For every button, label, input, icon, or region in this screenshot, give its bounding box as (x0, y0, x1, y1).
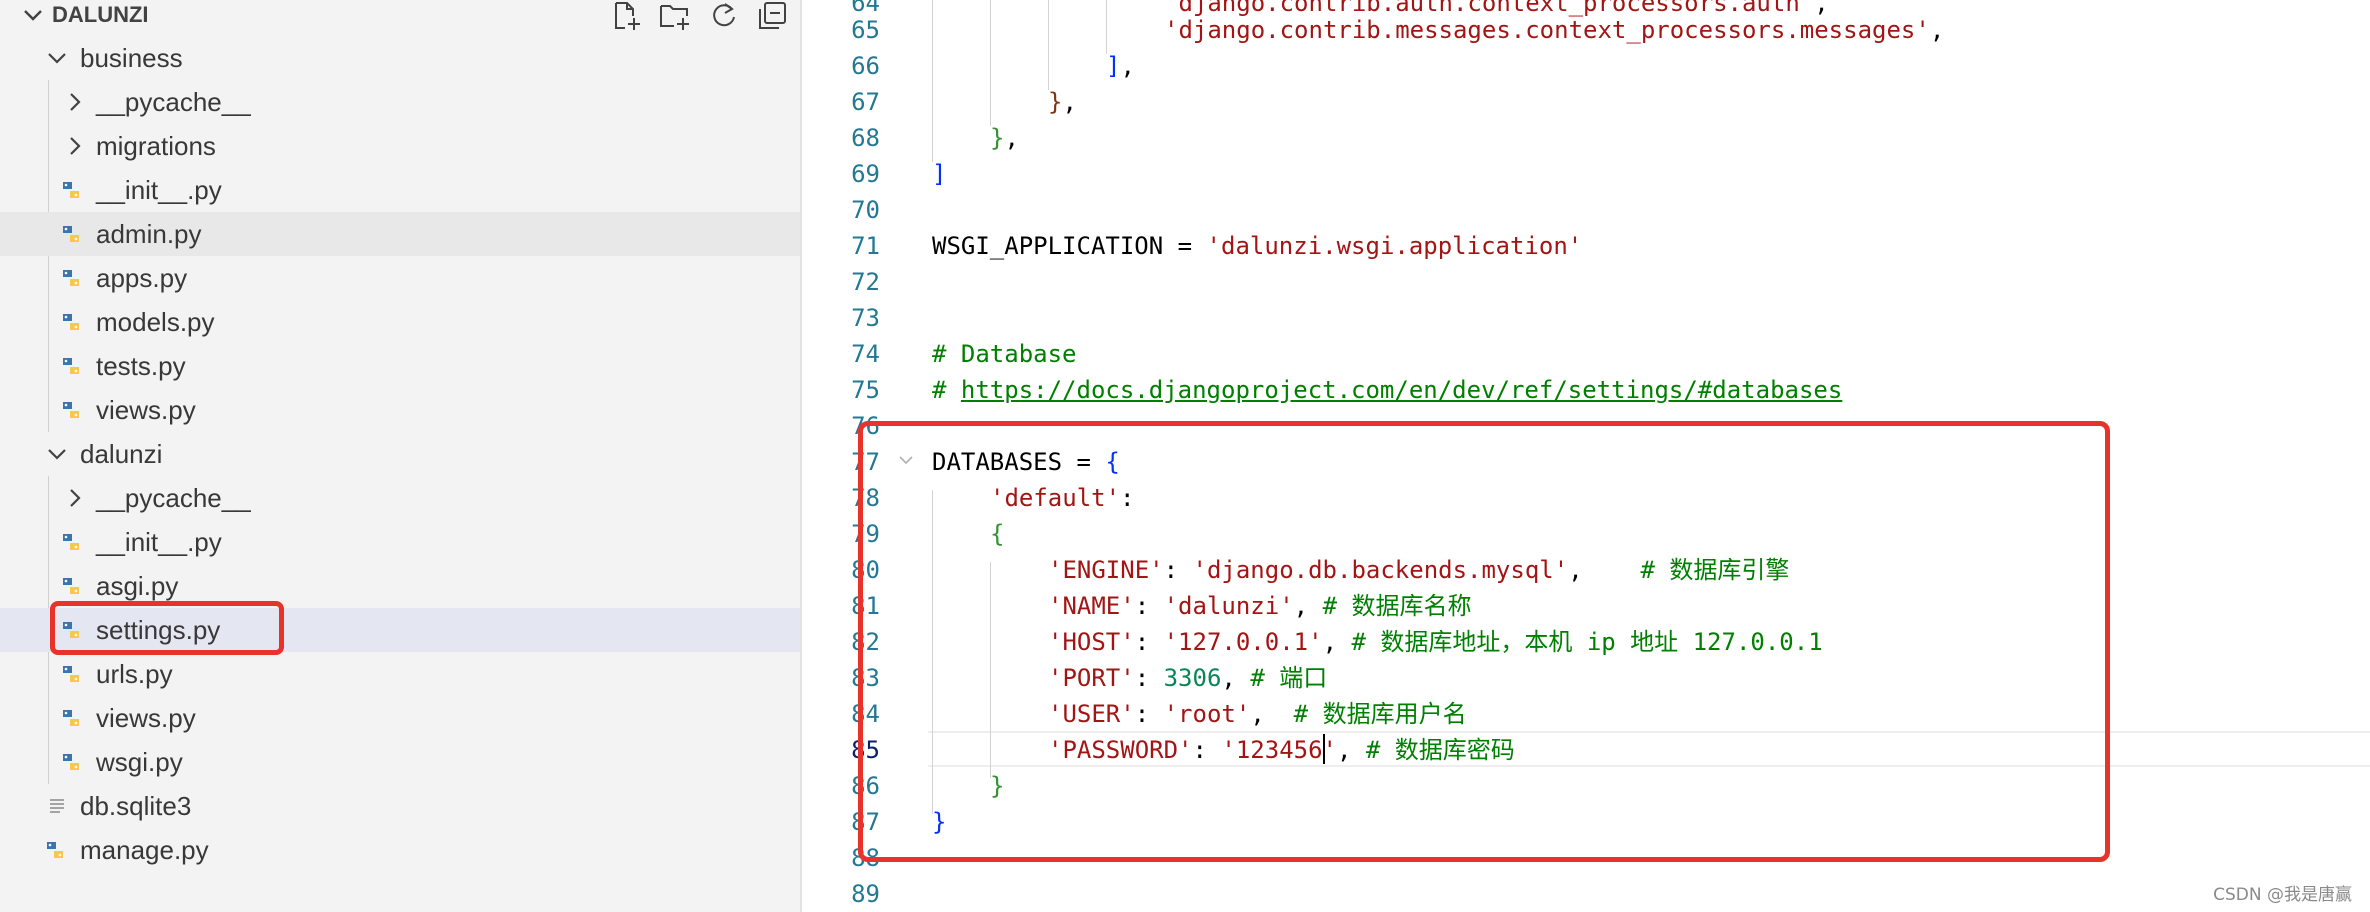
line-number: 75 (851, 376, 880, 404)
tree-item-label: dalunzi (80, 439, 163, 469)
code-editor[interactable]: 64 65 66 67 68 69 70 71 72 73 74 75 76 7… (802, 0, 2370, 912)
tree-file-models-py[interactable]: models.py (0, 300, 800, 344)
tree-item-label: urls.py (96, 659, 173, 689)
tree-file-manage-py[interactable]: manage.py (0, 828, 800, 872)
tree-file-wsgi-py[interactable]: wsgi.py (0, 740, 800, 784)
tree-file-admin-py[interactable]: admin.py (0, 212, 800, 256)
new-folder-icon[interactable] (658, 0, 690, 32)
tree-folder-dalunzi[interactable]: dalunzi (0, 432, 800, 476)
code-line: ] (932, 160, 947, 188)
python-file-icon (63, 270, 79, 286)
python-file-icon (63, 578, 79, 594)
python-file-icon (63, 534, 79, 550)
explorer-header[interactable]: DALUNZI (0, 0, 800, 32)
chevron-right-icon (70, 489, 81, 507)
tree-folder-pycache[interactable]: __pycache__ (0, 80, 800, 124)
tree-item-label: migrations (96, 131, 216, 161)
python-file-icon (63, 710, 79, 726)
indent-guide (1048, 0, 1049, 90)
tree-item-label: __init__.py (96, 527, 222, 557)
tree-file-urls-py[interactable]: urls.py (0, 652, 800, 696)
python-file-icon (63, 182, 79, 198)
tree-item-label: db.sqlite3 (80, 791, 192, 821)
watermark: CSDN @我是唐赢 (2213, 885, 2352, 905)
indent-guide (1106, 0, 1107, 54)
code-line: # Database (932, 340, 1077, 368)
tree-folder-business[interactable]: business (0, 36, 800, 80)
tree-file-init-py[interactable]: __init__.py (0, 168, 800, 212)
python-file-icon (63, 402, 79, 418)
python-file-icon (63, 666, 79, 682)
tree-item-label: tests.py (96, 351, 186, 381)
settings-file-highlight-box (50, 601, 284, 655)
chevron-right-icon (70, 137, 81, 155)
line-number: 65 (851, 16, 880, 44)
tree-folder-migrations[interactable]: migrations (0, 124, 800, 168)
text-file-icon (50, 799, 64, 813)
tree-file-tests-py[interactable]: tests.py (0, 344, 800, 388)
code-line: }, (990, 124, 1019, 152)
line-number: 74 (851, 340, 880, 368)
python-file-icon (63, 754, 79, 770)
line-number: 71 (851, 232, 880, 260)
tree-item-label: __pycache__ (96, 87, 251, 117)
python-file-icon (47, 842, 63, 858)
tree-item-label: __init__.py (96, 175, 222, 205)
docs-link[interactable]: https://docs.djangoproject.com/en/dev/re… (961, 376, 1842, 404)
tree-item-label: __pycache__ (96, 483, 251, 513)
tree-folder-pycache[interactable]: __pycache__ (0, 476, 800, 520)
chevron-down-icon (48, 449, 66, 460)
tree-item-label: views.py (96, 703, 196, 733)
tree-item-label: business (80, 43, 183, 73)
tree-file-init-py[interactable]: __init__.py (0, 520, 800, 564)
tree-item-label: admin.py (96, 219, 202, 249)
databases-highlight-box (858, 421, 2110, 862)
new-file-icon[interactable] (610, 0, 642, 32)
tree-file-apps-py[interactable]: apps.py (0, 256, 800, 300)
refresh-icon[interactable] (708, 0, 740, 32)
tree-item-label: manage.py (80, 835, 209, 865)
explorer-sidebar: DALUNZI business __pycache__ migrations … (0, 0, 800, 912)
indent-guide (990, 0, 991, 126)
line-number: 66 (851, 52, 880, 80)
explorer-title: DALUNZI (52, 2, 149, 27)
line-number: 72 (851, 268, 880, 296)
tree-file-db-sqlite3[interactable]: db.sqlite3 (0, 784, 800, 828)
code-line: ], (1106, 52, 1135, 80)
code-line: }, (1048, 88, 1077, 116)
chevron-right-icon (70, 93, 81, 111)
python-file-icon (63, 358, 79, 374)
python-file-icon (63, 314, 79, 330)
tree-file-views-py[interactable]: views.py (0, 696, 800, 740)
line-number: 67 (851, 88, 880, 116)
code-line: WSGI_APPLICATION = 'dalunzi.wsgi.applica… (932, 232, 1583, 260)
tree-item-label: views.py (96, 395, 196, 425)
tree-file-views-py[interactable]: views.py (0, 388, 800, 432)
tree-item-label: models.py (96, 307, 215, 337)
line-number: 68 (851, 124, 880, 152)
line-number: 73 (851, 304, 880, 332)
python-file-icon (63, 226, 79, 242)
line-number: 89 (851, 880, 880, 908)
chevron-down-icon[interactable] (20, 2, 46, 28)
indent-guide (932, 0, 933, 162)
chevron-down-icon (48, 53, 66, 64)
collapse-all-icon[interactable] (756, 0, 788, 32)
code-line: 'django.contrib.messages.context_process… (1164, 16, 1945, 44)
tree-item-label: wsgi.py (96, 747, 183, 777)
code-line: # https://docs.djangoproject.com/en/dev/… (932, 376, 1843, 404)
line-number: 69 (851, 160, 880, 188)
tree-item-label: apps.py (96, 263, 188, 293)
line-number: 70 (851, 196, 880, 224)
